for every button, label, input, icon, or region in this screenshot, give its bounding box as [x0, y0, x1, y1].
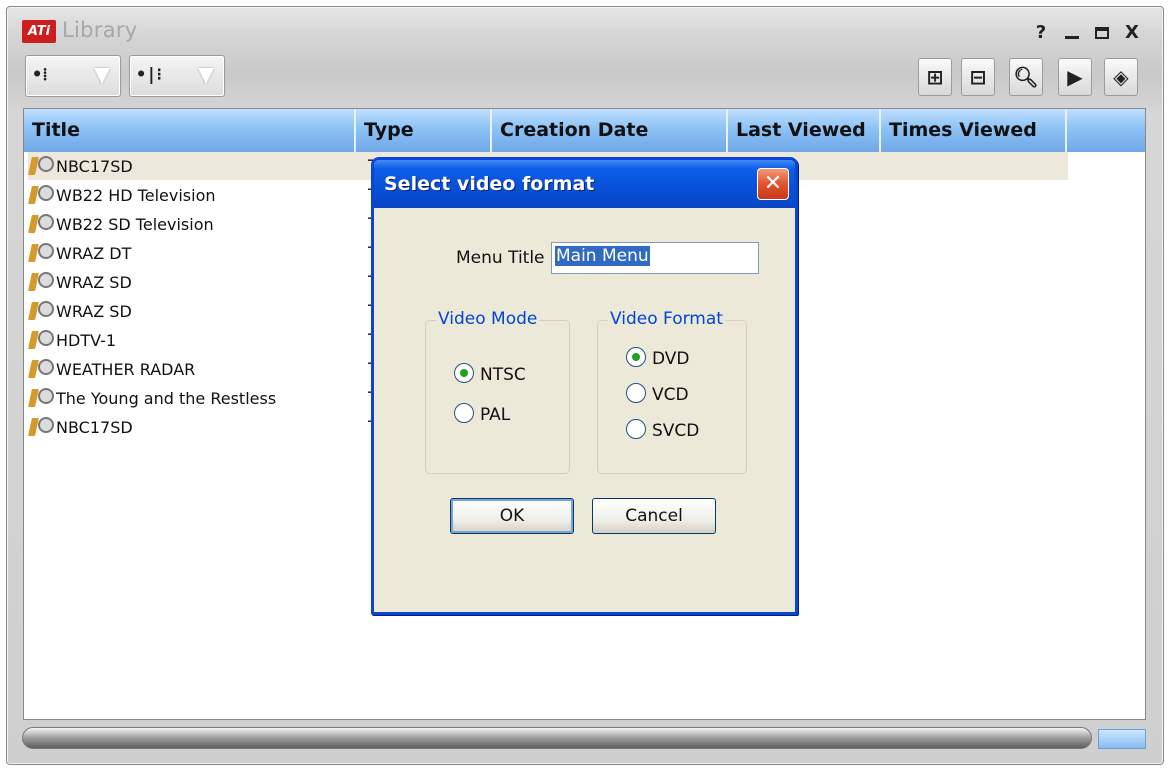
- ati-logo: ATi: [22, 20, 56, 43]
- video-mode-group: Video Mode NTSC PAL: [425, 309, 570, 474]
- radio-vcd[interactable]: VCD: [626, 383, 689, 405]
- column-header-times-viewed[interactable]: Times Viewed: [881, 109, 1067, 152]
- close-icon: ✕: [763, 171, 783, 196]
- import-button[interactable]: ▶: [1058, 58, 1092, 96]
- search-icon: 🔍︎: [1013, 65, 1039, 89]
- settings-button[interactable]: ◈: [1104, 58, 1138, 96]
- column-header-type[interactable]: Type: [356, 109, 492, 152]
- column-header-row: Title Type Creation Date Last Viewed Tim…: [24, 109, 1145, 152]
- ok-button[interactable]: OK: [450, 498, 574, 534]
- radio-unselected-icon: [626, 383, 646, 403]
- radio-dvd[interactable]: DVD: [626, 347, 690, 369]
- minimize-button[interactable]: [1060, 22, 1084, 44]
- row-title: NBC17SD: [56, 156, 133, 176]
- scroll-right-button[interactable]: [1098, 729, 1146, 749]
- view-list-icon: •⁞: [32, 65, 48, 85]
- row-title: WEATHER RADAR: [56, 359, 196, 379]
- column-header-creation-date[interactable]: Creation Date: [492, 109, 728, 152]
- remove-item-button[interactable]: ⊟: [961, 58, 995, 96]
- row-title: WRAZ DT: [56, 243, 132, 263]
- radio-selected-icon: [626, 347, 646, 367]
- import-icon: ▶: [1067, 65, 1083, 89]
- radio-svcd[interactable]: SVCD: [626, 419, 700, 441]
- dialog-close-button[interactable]: ✕: [757, 168, 789, 200]
- video-reel-icon: [28, 212, 56, 234]
- window-title: Library: [62, 18, 138, 42]
- menu-title-label: Menu Title: [456, 248, 545, 268]
- maximize-icon: [1095, 27, 1109, 39]
- video-reel-icon: [28, 270, 56, 292]
- dialog-title: Select video format: [384, 173, 595, 195]
- maximize-button[interactable]: [1090, 22, 1114, 44]
- radio-unselected-icon: [626, 419, 646, 439]
- close-window-button[interactable]: X: [1120, 22, 1144, 44]
- column-header-last-viewed[interactable]: Last Viewed: [728, 109, 881, 152]
- video-reel-icon: [28, 386, 56, 408]
- chevron-down-icon: [94, 68, 110, 84]
- row-title: WRAZ SD: [56, 272, 132, 292]
- radio-selected-icon: [454, 363, 474, 383]
- video-format-group: Video Format DVD VCD SVCD: [597, 309, 747, 474]
- dialog-titlebar[interactable]: Select video format ✕: [374, 160, 795, 208]
- column-header-title[interactable]: Title: [24, 109, 356, 152]
- row-title: The Young and the Restless: [56, 388, 277, 408]
- sort-selector-dropdown[interactable]: •|⁝: [129, 55, 225, 97]
- remove-item-icon: ⊟: [969, 65, 987, 89]
- video-mode-legend: Video Mode: [436, 309, 540, 329]
- row-title: NBC17SD: [56, 417, 133, 437]
- video-reel-icon: [28, 299, 56, 321]
- video-reel-icon: [28, 415, 56, 437]
- settings-icon: ◈: [1113, 65, 1129, 89]
- row-title: WRAZ SD: [56, 301, 132, 321]
- radio-unselected-icon: [454, 403, 474, 423]
- select-video-format-dialog: Select video format ✕ Menu Title Main Me…: [371, 157, 798, 615]
- radio-pal-label: PAL: [480, 405, 511, 425]
- radio-vcd-label: VCD: [652, 385, 689, 405]
- horizontal-scrollbar[interactable]: [22, 727, 1092, 749]
- cancel-button[interactable]: Cancel: [592, 498, 716, 534]
- menu-title-input[interactable]: Main Menu: [551, 242, 759, 274]
- row-title: HDTV-1: [56, 330, 117, 350]
- radio-ntsc-label: NTSC: [480, 365, 526, 385]
- add-item-icon: ⊞: [926, 65, 944, 89]
- help-button[interactable]: ?: [1029, 22, 1053, 44]
- radio-ntsc[interactable]: NTSC: [454, 363, 526, 385]
- minimize-icon: [1065, 36, 1079, 39]
- view-selector-dropdown[interactable]: •⁞: [25, 55, 121, 97]
- sort-list-icon: •|⁝: [136, 65, 162, 85]
- radio-pal[interactable]: PAL: [454, 403, 511, 425]
- row-title: WB22 HD Television: [56, 185, 216, 205]
- search-button[interactable]: 🔍︎: [1009, 58, 1043, 96]
- radio-dvd-label: DVD: [652, 349, 690, 369]
- video-reel-icon: [28, 357, 56, 379]
- video-format-legend: Video Format: [608, 309, 725, 329]
- video-reel-icon: [28, 328, 56, 350]
- row-title: WB22 SD Television: [56, 214, 214, 234]
- add-item-button[interactable]: ⊞: [918, 58, 952, 96]
- chevron-down-icon: [198, 68, 214, 84]
- video-reel-icon: [28, 183, 56, 205]
- radio-svcd-label: SVCD: [652, 421, 700, 441]
- menu-title-value: Main Menu: [555, 246, 650, 266]
- video-reel-icon: [28, 241, 56, 263]
- video-reel-icon: [28, 154, 56, 176]
